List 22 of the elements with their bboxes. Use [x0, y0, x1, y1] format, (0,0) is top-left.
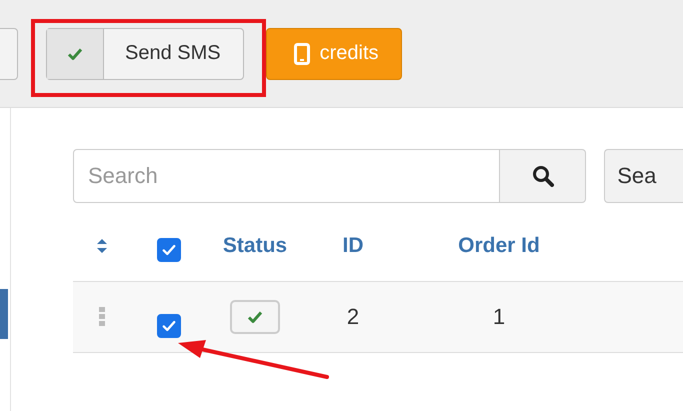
send-sms-button[interactable]: Send SMS [46, 28, 244, 80]
sort-icon[interactable] [96, 238, 108, 254]
search-field[interactable]: Search [73, 149, 500, 203]
drag-handle-icon[interactable] [99, 307, 105, 327]
column-header[interactable]: Order Id [458, 234, 540, 258]
status-button[interactable] [230, 300, 280, 334]
check-icon [246, 309, 264, 325]
search-button[interactable] [500, 149, 586, 203]
sidebar-marker [0, 289, 8, 339]
checkbox[interactable] [157, 314, 181, 338]
check-icon [162, 243, 176, 257]
table-cell: 1 [492, 304, 506, 330]
search-text-button[interactable]: Sea [604, 149, 683, 203]
check-icon [66, 46, 84, 62]
check-icon [162, 319, 176, 333]
phone-icon [294, 42, 310, 64]
table-cell: 2 [346, 304, 360, 330]
column-header[interactable]: Status [222, 234, 288, 258]
column-header[interactable]: ID [342, 234, 364, 258]
checkbox[interactable] [157, 238, 181, 262]
table-row[interactable]: 2 1 [73, 281, 683, 353]
search-icon [532, 165, 554, 187]
